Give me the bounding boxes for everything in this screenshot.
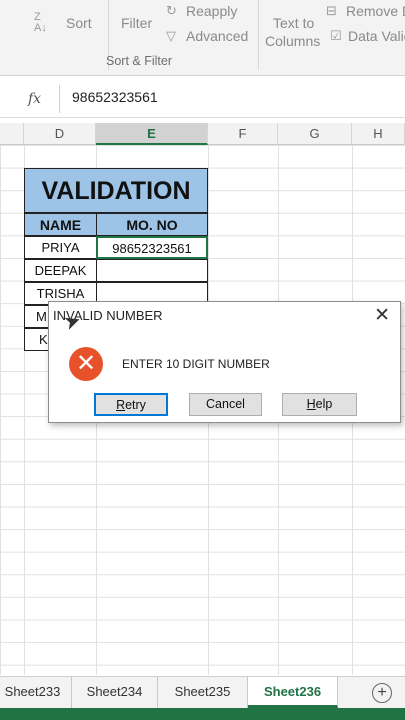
dialog-message: ENTER 10 DIGIT NUMBER [122, 357, 270, 371]
sort-button[interactable]: Sort [66, 15, 92, 31]
data-validation-icon: ☑ [330, 28, 342, 43]
sheet-tab-bar: Sheet233 Sheet234 Sheet235 Sheet236 + [0, 676, 405, 708]
table-cell-mobile-selected[interactable]: 98652323561 [96, 236, 208, 259]
reapply-button[interactable]: Reapply [186, 3, 237, 19]
column-header-corner[interactable] [0, 123, 24, 145]
column-headers: D E F G H [0, 123, 405, 145]
tab-sheet233[interactable]: Sheet233 [0, 677, 72, 708]
add-sheet-icon[interactable]: + [372, 683, 392, 703]
advanced-button[interactable]: Advanced [186, 28, 248, 44]
error-dialog: INVALID NUMBER ✕ ✕ ENTER 10 DIGIT NUMBER… [48, 301, 401, 423]
formula-input[interactable]: 98652323561 [72, 89, 158, 105]
column-header-g[interactable]: G [278, 123, 352, 145]
header-name[interactable]: NAME [24, 213, 97, 236]
sort-az-icon[interactable]: Z A↓ [34, 12, 47, 34]
column-header-d[interactable]: D [24, 123, 96, 145]
header-mobile[interactable]: MO. NO [96, 213, 208, 236]
help-button[interactable]: Help [282, 393, 357, 416]
table-cell-name[interactable]: DEEPAK [24, 259, 97, 282]
tab-sheet235[interactable]: Sheet235 [158, 677, 248, 708]
ribbon-separator [258, 0, 259, 70]
reapply-icon: ↻ [166, 3, 177, 18]
status-bar [0, 708, 405, 720]
cancel-button[interactable]: Cancel [189, 393, 262, 416]
table-title[interactable]: VALIDATION [24, 168, 208, 213]
tab-sheet236[interactable]: Sheet236 [248, 677, 338, 708]
sort-filter-group-label: Sort & Filter [106, 54, 172, 68]
remove-duplicates-icon: ⊟ [326, 3, 337, 18]
ribbon: Z A↓ Sort Filter ↻ Reapply ▽ Advanced Tex… [0, 0, 405, 76]
formula-bar: fx 98652323561 [0, 80, 405, 118]
retry-button[interactable]: Retry [94, 393, 168, 416]
column-header-e[interactable]: E [96, 123, 208, 145]
tab-sheet234[interactable]: Sheet234 [72, 677, 158, 708]
fx-icon[interactable]: fx [28, 91, 41, 107]
text-to-columns-label-2[interactable]: Columns [265, 33, 320, 49]
table-cell-mobile[interactable] [96, 259, 208, 282]
error-icon: ✕ [69, 347, 103, 381]
remove-duplicates-button[interactable]: Remove D [346, 3, 405, 19]
filter-button[interactable]: Filter [121, 15, 152, 31]
column-header-h[interactable]: H [352, 123, 405, 145]
column-header-f[interactable]: F [208, 123, 278, 145]
advanced-filter-icon: ▽ [166, 28, 176, 43]
close-icon[interactable]: ✕ [374, 304, 390, 327]
data-validation-button[interactable]: Data Valid [348, 28, 405, 44]
fx-box: fx [0, 85, 60, 113]
table-cell-name[interactable]: PRIYA [24, 236, 97, 259]
text-to-columns-label-1[interactable]: Text to [273, 15, 314, 31]
